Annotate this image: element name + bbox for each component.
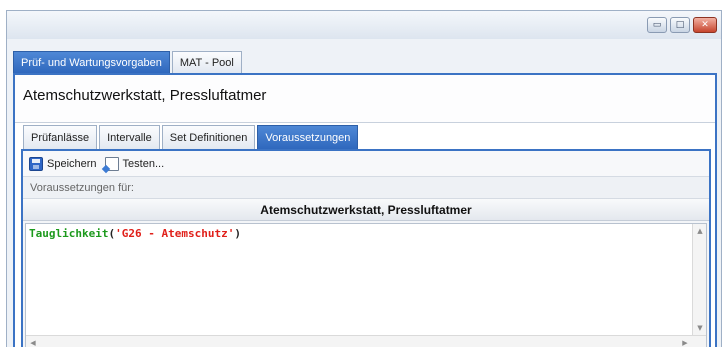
code-line: Tauglichkeit('G26 - Atemschutz') [29, 227, 241, 240]
scroll-left-arrow-icon[interactable]: ◀ [26, 336, 40, 347]
app-window: ▭ □ ✕ Prüf- und Wartungsvorgaben MAT - P… [6, 10, 722, 347]
expression-editor[interactable]: Tauglichkeit('G26 - Atemschutz') ▲ ▼ ◀ ▶ [25, 223, 707, 347]
test-button-label: Testen... [122, 157, 165, 170]
record-title: Atemschutzwerkstatt, Pressluftatmer [15, 75, 715, 123]
scroll-right-arrow-icon[interactable]: ▶ [678, 336, 692, 347]
test-icon [104, 156, 119, 171]
scroll-down-arrow-icon[interactable]: ▼ [693, 321, 707, 335]
tab-set-definitionen[interactable]: Set Definitionen [161, 125, 256, 149]
vertical-scrollbar[interactable]: ▲ ▼ [692, 224, 706, 335]
minimize-button[interactable]: ▭ [647, 17, 667, 33]
code-string-literal: 'G26 - Atemschutz' [115, 227, 235, 240]
save-button-label: Speichern [47, 157, 97, 170]
maximize-button[interactable]: □ [670, 17, 690, 33]
outer-tab-panel: Atemschutzwerkstatt, Pressluftatmer Prüf… [13, 73, 717, 347]
tab-intervalle[interactable]: Intervalle [99, 125, 160, 149]
tab-voraussetzungen[interactable]: Voraussetzungen [257, 125, 359, 149]
tab-pruefanlaesse[interactable]: Prüfanlässe [23, 125, 98, 149]
title-bar: ▭ □ ✕ [7, 11, 721, 39]
scroll-up-arrow-icon[interactable]: ▲ [693, 224, 707, 238]
tab-pruef-und-wartungsvorgaben[interactable]: Prüf- und Wartungsvorgaben [13, 51, 170, 73]
test-button[interactable]: Testen... [104, 156, 165, 171]
horizontal-scrollbar[interactable]: ◀ ▶ [26, 335, 706, 347]
close-button[interactable]: ✕ [693, 17, 717, 33]
save-icon [29, 156, 43, 171]
tab-mat-pool[interactable]: MAT - Pool [171, 51, 242, 73]
window-controls: ▭ □ ✕ [647, 17, 717, 33]
save-button[interactable]: Speichern [29, 156, 97, 171]
inner-tab-strip: Prüfanlässe Intervalle Set Definitionen … [23, 125, 359, 149]
voraussetzungen-panel: Speichern Testen... Voraussetzungen für:… [21, 149, 711, 347]
section-header: Atemschutzwerkstatt, Pressluftatmer [23, 199, 709, 221]
prerequisites-for-label: Voraussetzungen für: [23, 177, 709, 199]
outer-tab-strip: Prüf- und Wartungsvorgaben MAT - Pool [13, 51, 242, 73]
toolbar: Speichern Testen... [23, 151, 709, 177]
code-close-paren: ) [234, 227, 241, 240]
code-function-name: Tauglichkeit [29, 227, 109, 240]
